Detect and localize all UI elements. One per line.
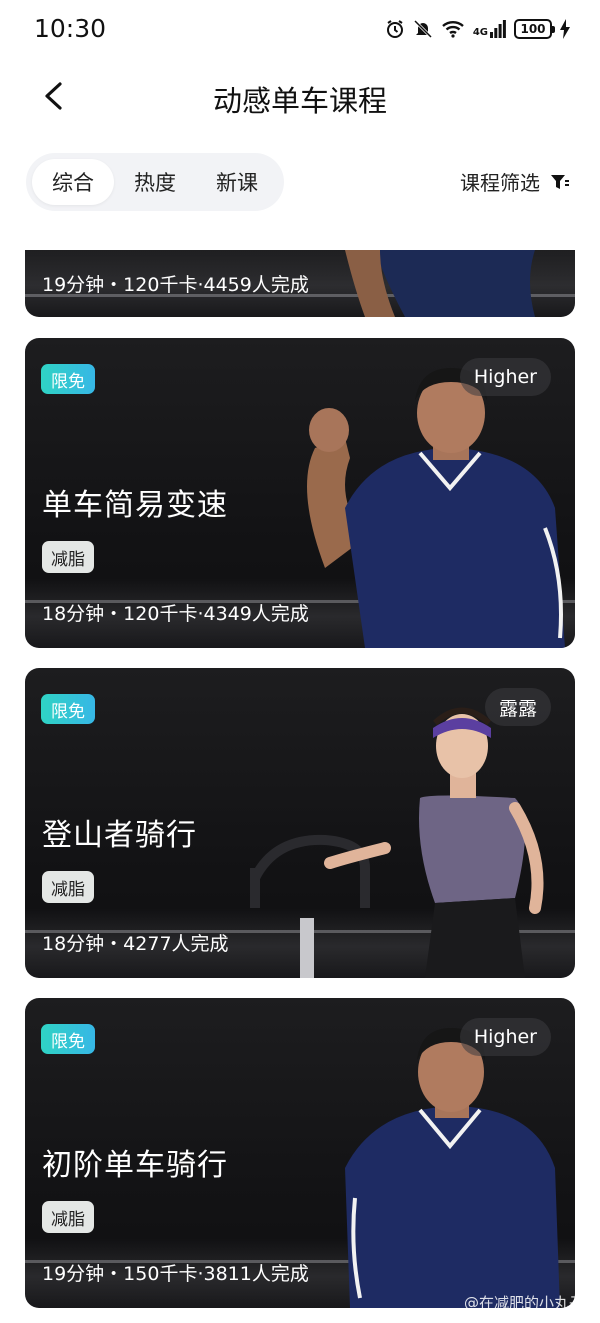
tab-popularity[interactable]: 热度: [114, 159, 196, 205]
coach-image: [345, 250, 535, 317]
tab-new[interactable]: 新课: [196, 159, 278, 205]
course-card[interactable]: 限免 露露 登山者骑行 减脂 18分钟・4277人完成: [25, 668, 575, 978]
course-meta: 18分钟・4277人完成: [42, 933, 229, 955]
alarm-icon: [386, 20, 403, 38]
page-title: 动感单车课程: [212, 84, 387, 118]
wifi-icon: [442, 21, 464, 38]
battery-level: 100: [520, 22, 546, 36]
course-card[interactable]: 19分钟・120千卡·4459人完成: [25, 250, 575, 317]
status-time: 10:30: [34, 14, 107, 43]
cell-signal-icon: 4G: [473, 20, 506, 38]
coach-name-badge: Higher: [459, 1018, 551, 1056]
charging-icon: [560, 19, 570, 39]
coach-name-badge: 露露: [484, 688, 551, 726]
course-card[interactable]: 限免 Higher 初阶单车骑行 减脂 19分钟・150千卡·3811人完成: [25, 998, 575, 1308]
course-filter-button[interactable]: 课程筛选: [460, 167, 570, 196]
course-title: 登山者骑行: [42, 818, 197, 853]
course-card[interactable]: 限免 Higher 单车简易变速 减脂 18分钟・120千卡·4349人完成: [25, 338, 575, 648]
page-header: 动感单车课程: [0, 62, 600, 132]
network-label: 4G: [472, 27, 488, 38]
filter-icon: [551, 174, 569, 189]
course-title: 初阶单车骑行: [42, 1148, 228, 1183]
tab-overall[interactable]: 综合: [32, 159, 114, 205]
coach-name-badge: Higher: [459, 358, 551, 396]
course-meta: 19分钟・120千卡·4459人完成: [42, 274, 309, 296]
status-icons: 4G 100: [385, 16, 570, 42]
course-meta: 19分钟・150千卡·3811人完成: [42, 1263, 309, 1285]
watermark: @在减肥的小丸子: [463, 1294, 584, 1312]
free-badge: 限免: [41, 1024, 95, 1054]
free-badge: 限免: [41, 694, 95, 724]
mute-bell-icon: [413, 19, 432, 39]
goal-tag: 减脂: [42, 541, 94, 573]
course-title: 单车简易变速: [42, 488, 228, 523]
course-filter-label: 课程筛选: [460, 171, 540, 195]
free-badge: 限免: [41, 364, 95, 394]
course-meta: 18分钟・120千卡·4349人完成: [42, 603, 309, 625]
sort-tabs: 综合 热度 新课: [26, 153, 284, 211]
goal-tag: 减脂: [42, 1201, 94, 1233]
goal-tag: 减脂: [42, 871, 94, 903]
battery-icon: 100: [514, 19, 555, 39]
status-bar: 10:30 4G 100: [0, 0, 600, 58]
